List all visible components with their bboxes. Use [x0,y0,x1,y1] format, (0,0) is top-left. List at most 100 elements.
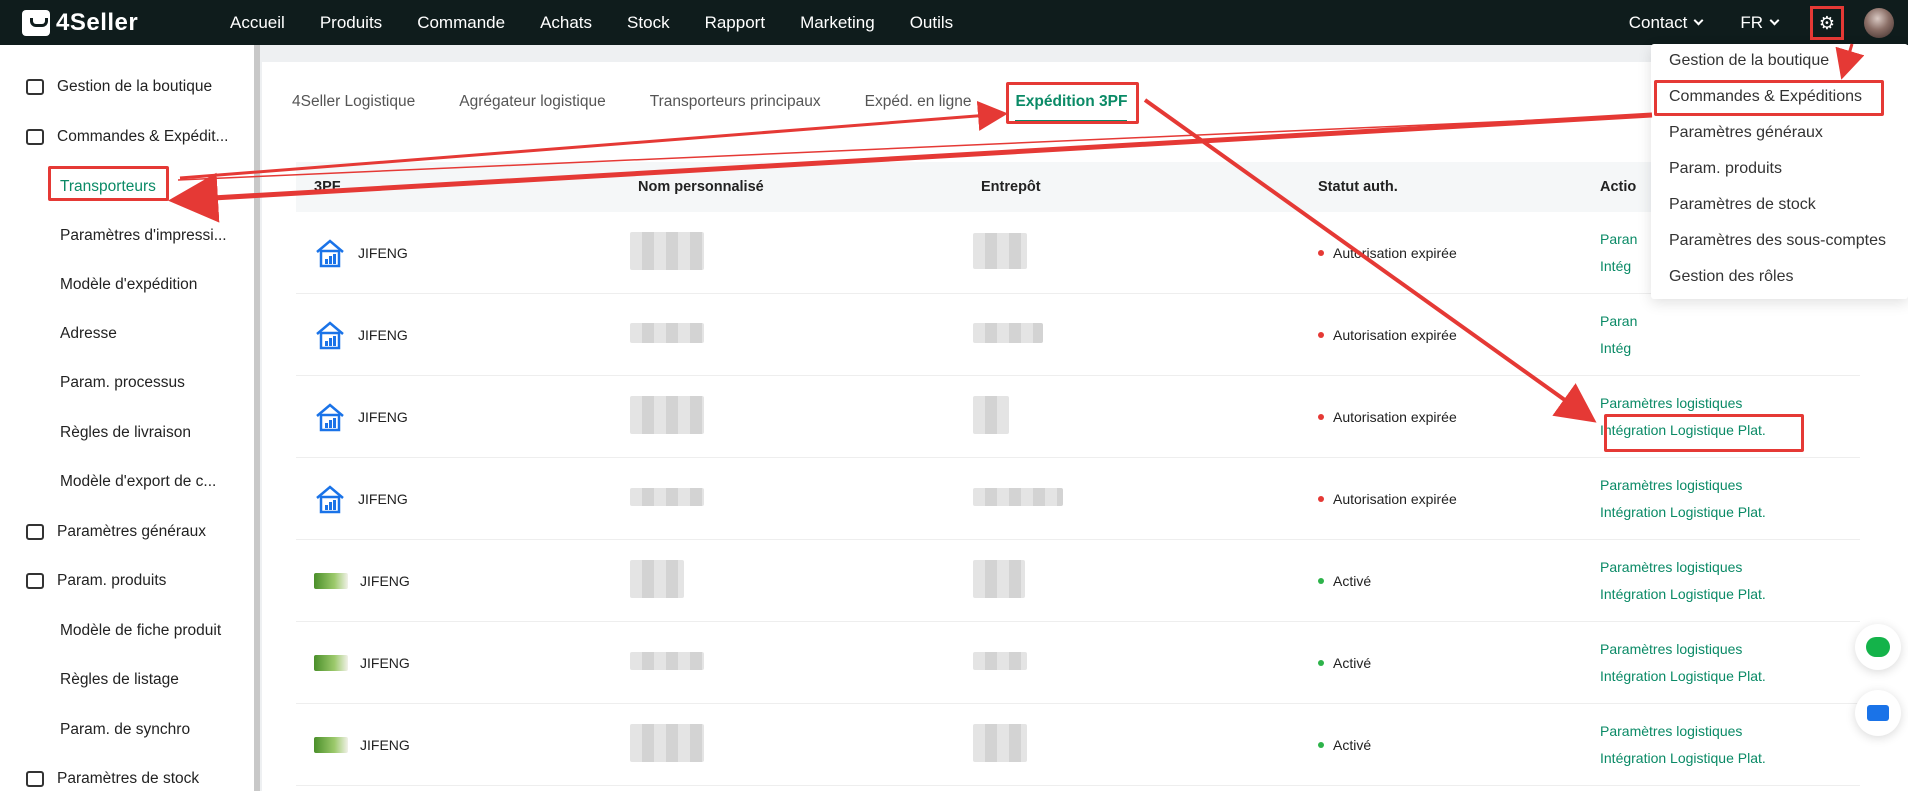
link-integration-logistique[interactable]: Intégration Logistique Plat. [1600,499,1860,526]
sidebar-item-regles-livraison[interactable]: Règles de livraison [0,421,254,445]
cell-entrepot [973,396,1318,437]
nav-commande[interactable]: Commande [417,13,505,33]
settings-button[interactable]: ⚙ [1810,5,1844,40]
nav-stock[interactable]: Stock [627,13,670,33]
cell-statut: Activé [1318,573,1600,589]
contact-menu[interactable]: Contact [1628,12,1704,33]
cell-3pf: JIFENG [296,483,638,515]
gear-icon: ⚙ [1818,12,1836,33]
link-parametres-logistiques[interactable]: Paramètres logistiques [1600,554,1860,581]
cell-entrepot [973,488,1318,509]
header-nom-personnalise: Nom personnalisé [638,179,764,195]
tab-transporteurs-principaux[interactable]: Transporteurs principaux [650,82,821,122]
sidebar-item-regles-listage[interactable]: Règles de listage [0,668,254,692]
sidebar-item-param-processus[interactable]: Param. processus [0,371,254,395]
nav-accueil[interactable]: Accueil [230,13,285,33]
sidebar-item-label: Paramètres d'impressi... [60,227,227,244]
sidebar-item-adresse[interactable]: Adresse [0,322,254,346]
dropdown-item-gestion-boutique[interactable]: Gestion de la boutique [1669,52,1829,70]
contact-label: Contact [1628,12,1688,32]
sidebar-item-modele-export[interactable]: Modèle d'export de c... [0,470,254,494]
tab-agregateur-logistique[interactable]: Agrégateur logistique [459,82,606,122]
link-integration-logistique[interactable]: Intégration Logistique Plat. [1600,663,1860,690]
carrier-name: JIFENG [358,244,408,261]
cell-statut: Activé [1318,737,1600,753]
tab-exped-en-ligne[interactable]: Expéd. en ligne [865,82,972,122]
sidebar-item-label: Param. de synchro [60,721,191,738]
cell-entrepot [973,323,1318,346]
dropdown-item-gestion-roles[interactable]: Gestion des rôles [1669,268,1794,286]
link-parametres-logistiques[interactable]: Paramètres logistiques [1600,472,1860,499]
link-parametres-logistiques[interactable]: Paramètres logistiques [1600,718,1860,745]
carriers-table: 3PF Nom personnalisé Entrepôt Statut aut… [296,162,1860,786]
sidebar-scrollbar[interactable] [254,45,260,791]
carrier-name: JIFENG [360,572,410,589]
video-tutorial-button[interactable] [1855,690,1901,736]
video-icon [1867,705,1889,721]
house-chart-logo-icon [316,238,344,267]
nav-produits[interactable]: Produits [320,13,382,33]
nav-achats[interactable]: Achats [540,13,592,33]
sidebar-item-label: Paramètres généraux [57,523,207,540]
sidebar-item-param-produits[interactable]: Param. produits [0,569,254,593]
dropdown-item-sous-comptes[interactable]: Paramètres des sous-comptes [1669,232,1886,250]
avatar[interactable] [1864,7,1894,38]
cell-entrepot [973,652,1318,673]
redacted-value [630,323,704,343]
carrier-name: JIFENG [358,408,408,425]
sidebar-item-modele-expedition[interactable]: Modèle d'expédition [0,273,254,297]
link-integration-logistique[interactable]: Intégration Logistique Plat. [1600,745,1860,772]
table-row: JIFENG Autorisation expirée Paran Intég [296,294,1860,376]
cell-nom-personnalise [630,560,981,601]
nav-outils[interactable]: Outils [910,13,953,33]
redacted-value [630,488,704,506]
sidebar-item-param-synchro[interactable]: Param. de synchro [0,718,254,742]
sidebar-item-commandes-expeditions[interactable]: Commandes & Expédit... [0,125,254,149]
cell-statut: Autorisation expirée [1318,491,1600,507]
logo-text: 4Seller [56,8,139,36]
redacted-value [973,323,1043,343]
table-body: JIFENG Autorisation expirée Paran Intég J… [296,212,1860,786]
dropdown-item-param-produits[interactable]: Param. produits [1669,160,1782,178]
carrier-name: JIFENG [360,736,410,753]
redacted-value [630,396,704,434]
status-dot-icon [1318,249,1324,256]
tab-4seller-logistique[interactable]: 4Seller Logistique [292,82,415,122]
sidebar-item-label: Règles de livraison [60,424,191,441]
status-dot-icon [1318,741,1324,748]
top-navigation-bar: 4Seller Accueil Produits Commande Achats… [0,0,1908,45]
sidebar-item-parametres-generaux[interactable]: Paramètres généraux [0,520,254,544]
language-select[interactable]: FR [1740,13,1780,33]
cell-nom-personnalise [630,652,981,673]
sidebar-item-parametres-stock[interactable]: Paramètres de stock [0,767,254,791]
annotation-box-integration [1604,414,1804,452]
sidebar-item-label: Adresse [60,325,117,342]
app-logo[interactable]: 4Seller [22,9,222,37]
sidebar-item-parametres-impression[interactable]: Paramètres d'impressi... [0,224,254,248]
table-header: 3PF Nom personnalisé Entrepôt Statut aut… [296,162,1860,212]
status-text: Activé [1333,572,1372,589]
link-parametres-logistiques[interactable]: Paramètres logistiques [1600,390,1860,417]
redacted-value [973,652,1027,670]
link-parametres-logistiques[interactable]: Paramètres logistiques [1600,636,1860,663]
nav-rapport[interactable]: Rapport [705,13,765,33]
sidebar-item-label: Modèle d'export de c... [60,473,217,490]
dropdown-item-parametres-generaux[interactable]: Paramètres généraux [1669,124,1823,142]
dropdown-item-parametres-stock[interactable]: Paramètres de stock [1669,196,1816,214]
cell-entrepot [973,724,1318,765]
cell-actions: Paramètres logistiques Intégration Logist… [1600,554,1860,608]
nav-marketing[interactable]: Marketing [800,13,875,33]
link-integration-logistique[interactable]: Intégration Logistique Plat. [1600,581,1860,608]
store-icon [26,79,44,95]
status-dot-icon [1318,659,1324,666]
sidebar-item-modele-fiche-produit[interactable]: Modèle de fiche produit [0,619,254,643]
sidebar-item-label: Modèle de fiche produit [60,622,222,639]
redacted-value [630,560,684,598]
cell-actions: Paramètres logistiques Intégration Logist… [1600,718,1860,772]
link-integration-logistique[interactable]: Intég [1600,335,1860,362]
cell-3pf: JIFENG [296,401,638,433]
link-parametres-logistiques[interactable]: Paran [1600,308,1860,335]
support-chat-button[interactable] [1855,624,1901,670]
header-entrepot: Entrepôt [981,179,1041,195]
sidebar-item-gestion-boutique[interactable]: Gestion de la boutique [0,75,254,99]
